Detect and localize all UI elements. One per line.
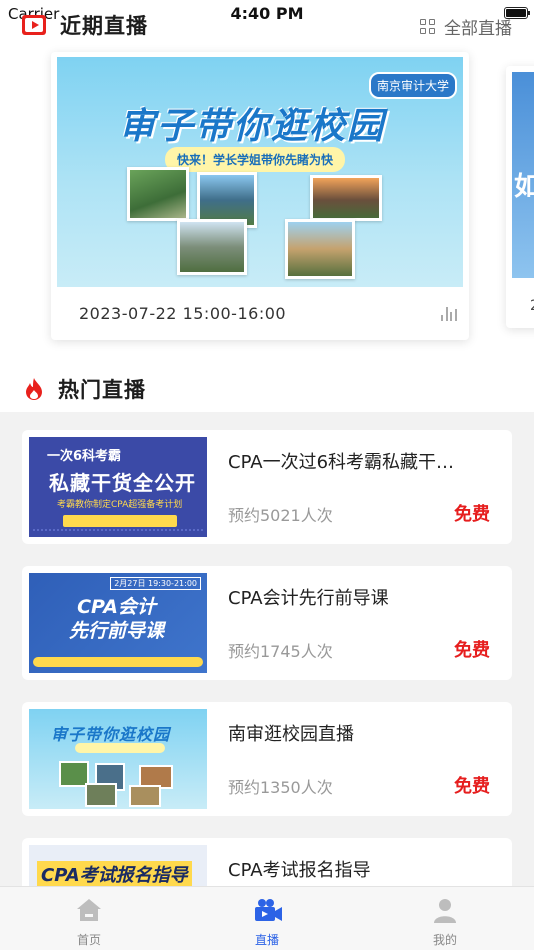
campus-photo: [177, 219, 247, 275]
tab-me-label: 我的: [432, 933, 457, 947]
home-icon: [75, 897, 103, 923]
list-item-price: 免费: [454, 776, 490, 797]
banner-subtitle: 快来！学长学姐带你先睹为快: [165, 147, 346, 172]
hot-live-header: 热门直播: [24, 374, 146, 404]
featured-live-card[interactable]: 南京审计大学 审子带你逛校园 快来！学长学姐带你先睹为快 2023-07-22 …: [51, 52, 469, 340]
next-live-banner-text: 如: [514, 172, 534, 202]
featured-banner-image: 南京审计大学 审子带你逛校园 快来！学长学姐带你先睹为快: [57, 57, 463, 287]
bottom-tab-bar: 首页 直播 我的: [0, 886, 534, 950]
tab-me[interactable]: 我的: [356, 887, 534, 950]
list-item[interactable]: 审子带你逛校园 南审逛校园直播 预约1350人次 免费: [22, 702, 512, 816]
next-live-card[interactable]: 如 2: [506, 66, 534, 328]
thumb-text: CPA会计 先行前导课: [69, 596, 165, 642]
thumb-time-bar: [63, 515, 177, 527]
list-item-title: CPA一次过6科考霸私藏干…: [228, 452, 455, 473]
list-item-count: 预约1745人次: [228, 642, 333, 661]
tab-home-label: 首页: [76, 933, 101, 947]
live-bars-icon: [441, 307, 457, 321]
thumb-text: 审子带你逛校园: [51, 725, 171, 744]
hot-live-list: 一次6科考霸 私藏干货全公开 考霸教你制定CPA超强备考计划 CPA一次过6科考…: [0, 412, 534, 950]
thumb-date: 2月27日 19:30-21:00: [110, 577, 201, 590]
recent-live-title: 近期直播: [60, 14, 148, 38]
all-live-label: 全部直播: [444, 19, 512, 39]
campus-photo: [310, 175, 382, 221]
list-item-price: 免费: [454, 640, 490, 661]
list-item-thumbnail: 2月27日 19:30-21:00 CPA会计 先行前导课: [29, 573, 207, 673]
user-icon: [431, 897, 459, 923]
thumb-text: 私藏干货全公开: [49, 471, 196, 495]
tab-live-label: 直播: [254, 933, 279, 947]
video-camera-icon: [253, 897, 282, 923]
recent-live-header: 近期直播: [22, 10, 148, 40]
featured-time: 2023-07-22 15:00-16:00: [79, 304, 287, 323]
live-play-icon: [22, 15, 46, 35]
list-item-count: 预约1350人次: [228, 778, 333, 797]
thumb-text: 一次6科考霸: [47, 449, 122, 464]
campus-photo: [127, 167, 189, 221]
list-item-thumbnail: 审子带你逛校园: [29, 709, 207, 809]
thumb-footer-bar: [33, 657, 203, 667]
list-item-count: 预约5021人次: [228, 506, 333, 525]
campus-photo: [129, 785, 161, 807]
campus-photo: [85, 783, 117, 807]
next-live-time: 2: [530, 298, 534, 314]
list-item-thumbnail: 一次6科考霸 私藏干货全公开 考霸教你制定CPA超强备考计划: [29, 437, 207, 537]
tab-live[interactable]: 直播: [178, 887, 356, 950]
thumb-text: CPA考试报名指导: [37, 861, 192, 887]
fire-icon: [24, 377, 44, 401]
list-item-price: 免费: [454, 504, 490, 525]
grid-icon: [420, 18, 436, 35]
tab-home[interactable]: 首页: [0, 887, 178, 950]
campus-photo: [285, 219, 355, 279]
thumb-subtitle-bar: [75, 743, 165, 753]
list-item-title: CPA考试报名指导: [228, 860, 371, 881]
banner-badge: 南京审计大学: [368, 72, 457, 99]
list-item-title: 南审逛校园直播: [228, 724, 354, 745]
thumb-text: 考霸教你制定CPA超强备考计划: [57, 500, 183, 510]
list-item-title: CPA会计先行前导课: [228, 588, 389, 609]
all-live-button[interactable]: 全部直播: [420, 14, 512, 39]
thumb-divider: [33, 529, 203, 533]
list-item[interactable]: 一次6科考霸 私藏干货全公开 考霸教你制定CPA超强备考计划 CPA一次过6科考…: [22, 430, 512, 544]
list-item[interactable]: 2月27日 19:30-21:00 CPA会计 先行前导课 CPA会计先行前导课…: [22, 566, 512, 680]
banner-title: 审子带你逛校园: [119, 106, 386, 147]
hot-live-title: 热门直播: [58, 378, 146, 402]
